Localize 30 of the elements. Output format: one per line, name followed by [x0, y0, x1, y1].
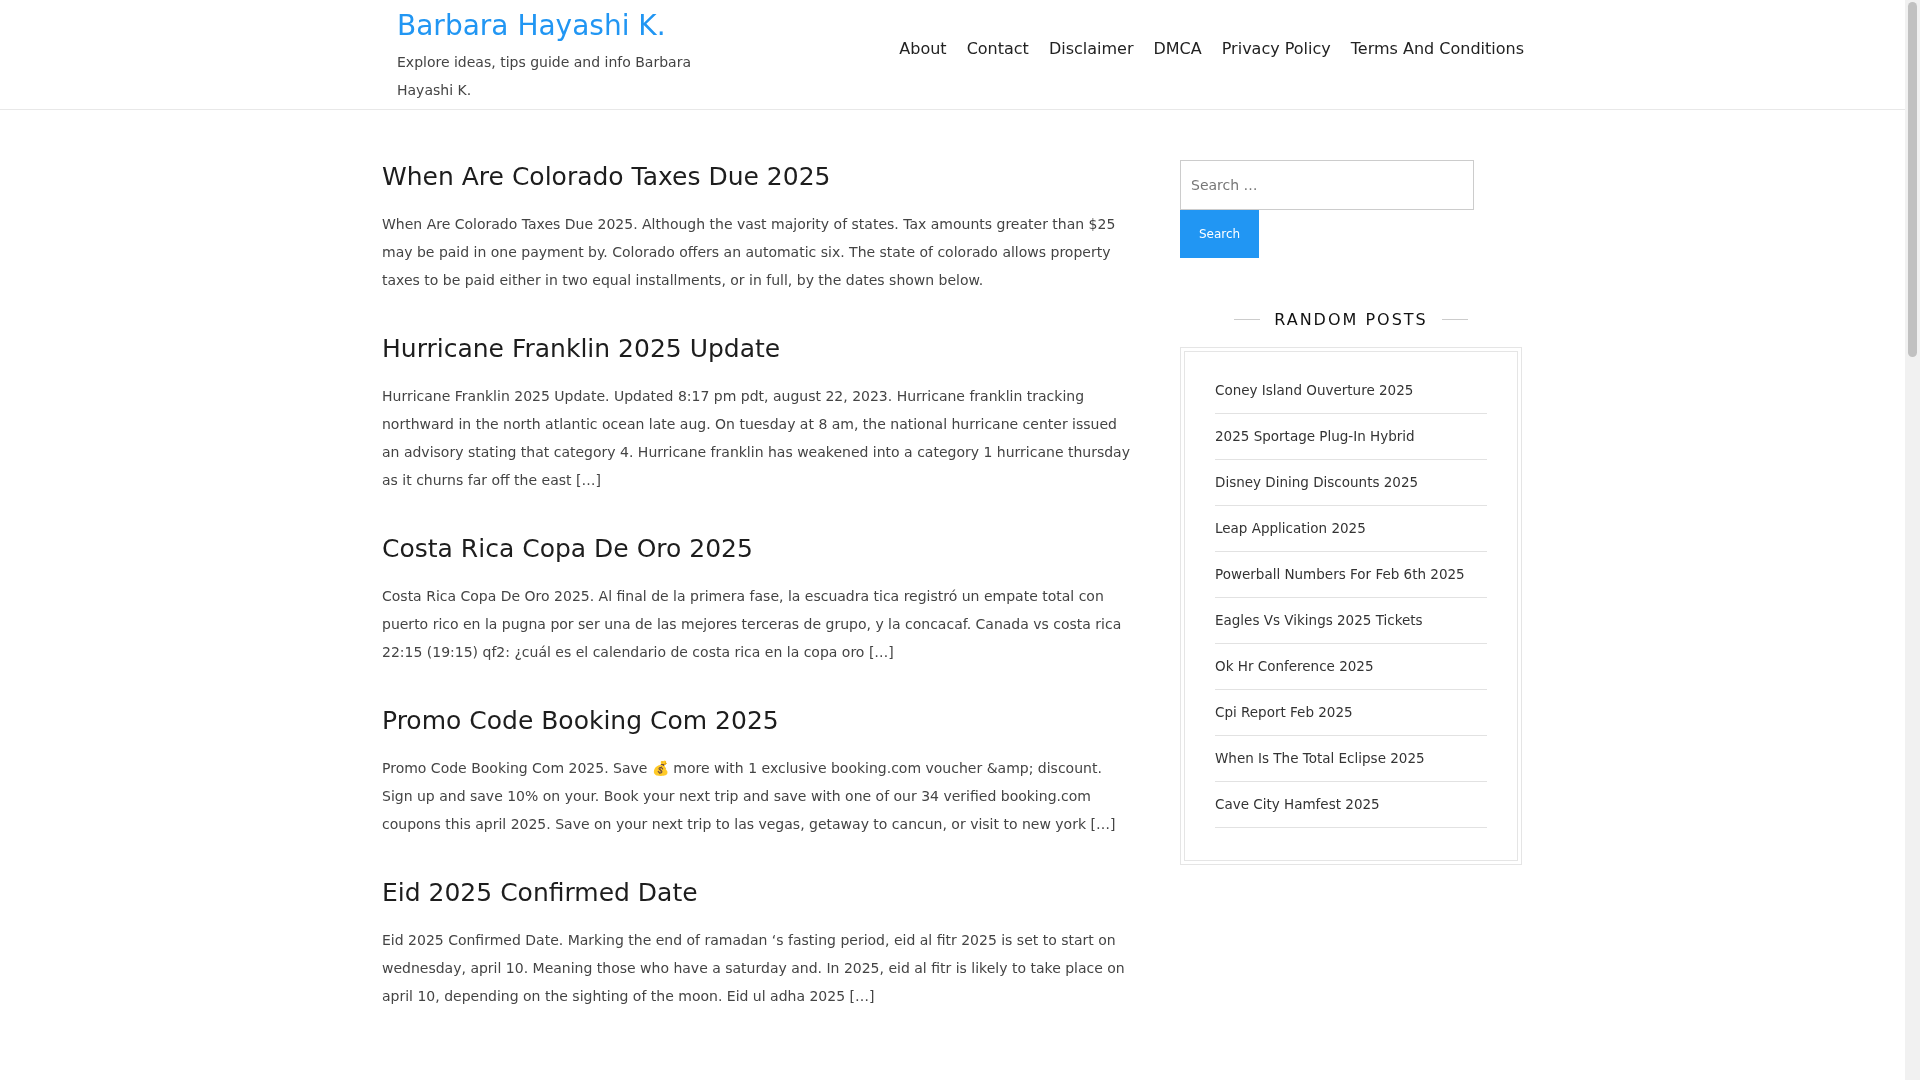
post-link[interactable]: Disney Dining Discounts 2025	[1215, 460, 1487, 506]
search-field[interactable]: Search …	[1180, 160, 1474, 210]
post-link[interactable]: Powerball Numbers For Feb 6th 2025	[1215, 552, 1487, 598]
post-title[interactable]: When Are Colorado Taxes Due 2025	[382, 160, 831, 194]
nav-link[interactable]: Privacy Policy	[1221, 37, 1331, 61]
scrollbar-thumb[interactable]	[1908, 2, 1917, 357]
post-link[interactable]: When Is The Total Eclipse 2025	[1215, 736, 1487, 782]
post-link[interactable]: 2025 Sportage Plug-In Hybrid	[1215, 414, 1487, 460]
nav-link[interactable]: Disclaimer	[1048, 37, 1134, 61]
nav-link[interactable]: DMCA	[1153, 37, 1202, 61]
post-link[interactable]: Cave City Hamfest 2025	[1215, 782, 1487, 828]
post-title[interactable]: Promo Code Booking Com 2025	[382, 704, 779, 738]
post-excerpt: Promo Code Booking Com 2025. Save 💰 more with 1 exclusive booking.com voucher &amp; discount. Sign up and save 10% on your. Book your next trip and save with one of our 34 verified booking.com coupons this april 2025. Save on your next trip to las vegas, getaway to cancun, or visit to new york […]	[382, 759, 1117, 834]
nav-link[interactable]: Contact	[966, 37, 1029, 61]
post-link[interactable]: Eagles Vs Vikings 2025 Tickets	[1215, 598, 1487, 644]
site-tagline: Explore ideas, tips guide and info Barbara Hayashi K.	[397, 53, 692, 100]
widget-title: RANDOM POSTS	[1274, 310, 1428, 329]
post-title[interactable]: Eid 2025 Confirmed Date	[382, 876, 698, 910]
nav-link[interactable]: About	[899, 37, 947, 61]
post-link[interactable]: Cpi Report Feb 2025	[1215, 690, 1487, 736]
nav-link[interactable]: Terms And Conditions	[1350, 37, 1524, 61]
post-excerpt: Hurricane Franklin 2025 Update. Updated 8:17 pm pdt, august 22, 2023. Hurricane franklin tracking northward in the north atlantic ocean late aug. On tuesday at 8 am, the national hurricane center issued an advisory stating that category 4. Hurricane franklin has weakened into a category 1 hurricane thursday as it churns far off the east […]	[382, 387, 1130, 490]
post-title[interactable]: Costa Rica Copa De Oro 2025	[382, 532, 753, 566]
post-excerpt: Eid 2025 Confirmed Date. Marking the end of ramadan ‘s fasting period, eid al fitr 2025 is set to start on wednesday, april 10. Meaning those who have a saturday and. In 2025, eid al fitr is likely to take place on april 10, depending on the sighting of the moon. Eid ul adha 2025 […]	[382, 931, 1126, 1006]
post-link[interactable]: Ok Hr Conference 2025	[1215, 644, 1487, 690]
post-link[interactable]: Leap Application 2025	[1215, 506, 1487, 552]
post-excerpt: When Are Colorado Taxes Due 2025. Although the vast majority of states. Tax amounts greater than $25 may be paid in one payment by. Colorado offers an automatic six. The state of colorado allows property taxes to be paid either in two equal installments, or in full, by the dates shown below.	[382, 215, 1117, 290]
post-link[interactable]: Coney Island Ouverture 2025	[1215, 368, 1487, 414]
post-excerpt: Costa Rica Copa De Oro 2025. Al final de la primera fase, la escuadra tica registró un empate total con puerto rico en la pugna por ser una de las mejores terceras de grupo, y la concacaf. Canada vs costa rica 22:15 (19:15) qf2: ¿cuál es el calendario de costa rica en la copa oro […]	[382, 587, 1123, 662]
post-title[interactable]: Hurricane Franklin 2025 Update	[382, 332, 781, 366]
